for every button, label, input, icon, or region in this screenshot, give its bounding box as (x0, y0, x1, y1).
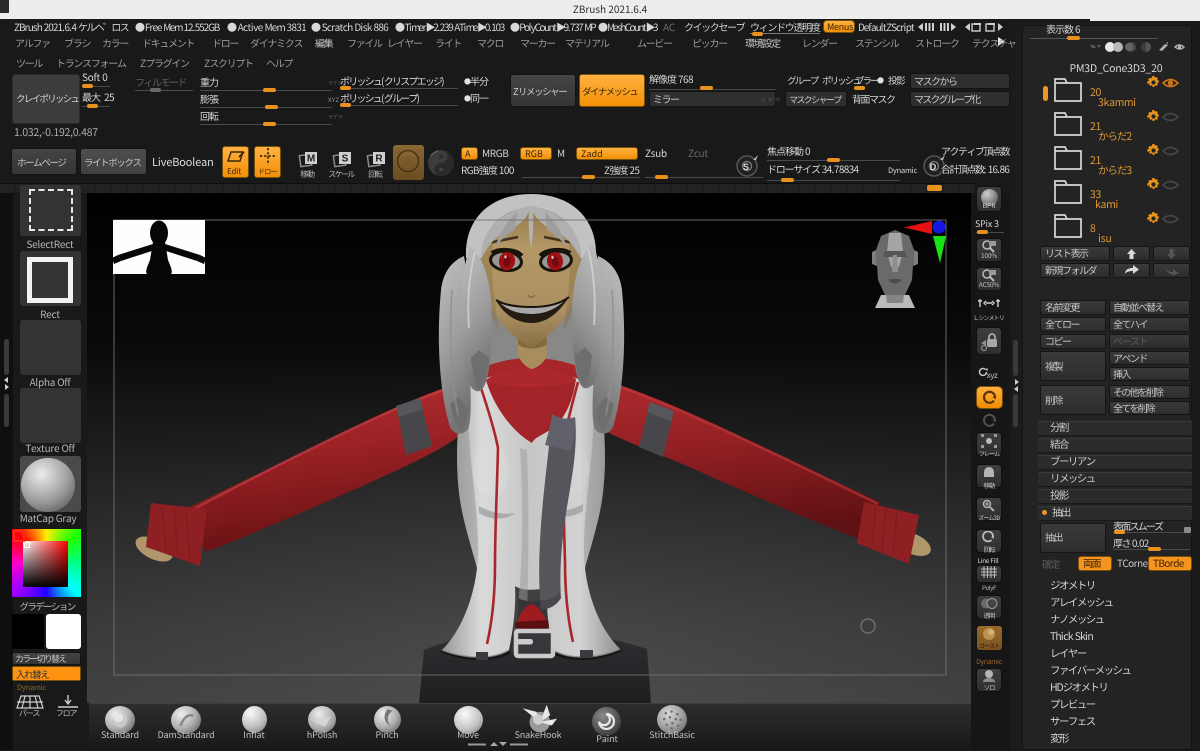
svg-text:R: R (375, 154, 383, 165)
svg-text:M: M (307, 154, 315, 165)
svg-text:S: S (342, 154, 349, 165)
svg-text:D: D (930, 162, 937, 172)
svg-text:S: S (743, 162, 749, 172)
